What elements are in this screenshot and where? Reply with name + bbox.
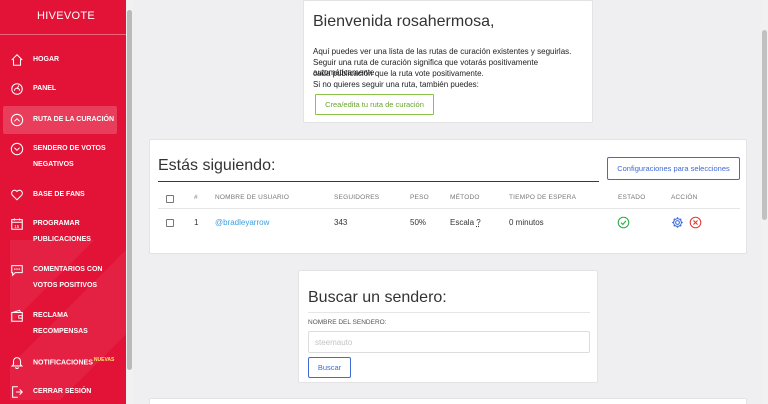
sidebar-item-upvote-comments[interactable]: COMENTARIOS CON VOTOS POSITIVOS: [0, 262, 126, 294]
sidebar-item-home[interactable]: HOGAR: [0, 52, 126, 68]
dashboard-icon: [10, 82, 24, 96]
sidebar-item-fanbase[interactable]: BASE DE FANS: [0, 187, 126, 203]
weight-value: 50%: [410, 218, 427, 227]
divider: [308, 312, 590, 313]
search-button[interactable]: Buscar: [308, 357, 351, 378]
close-circle-icon[interactable]: [689, 216, 702, 229]
sidebar-item-label: RECLAMA: [33, 312, 68, 319]
welcome-text: Si no quieres seguir una ruta, también p…: [313, 80, 479, 89]
header-divider: [158, 208, 740, 209]
sidebar-scrollbar[interactable]: [126, 0, 133, 404]
row-number: 1: [194, 218, 199, 227]
sidebar-item-downvote-trail[interactable]: SENDERO DE VOTOS NEGATIVOS: [0, 141, 126, 173]
column-header-username: NOMBRE DE USUARIO: [215, 194, 290, 201]
column-header-action: ACCIÓN: [671, 194, 698, 201]
new-badge: NUEVAS: [93, 357, 115, 364]
svg-text:15: 15: [14, 224, 19, 229]
sidebar-item-label: PANEL: [33, 85, 57, 92]
divider: [0, 34, 126, 35]
sidebar-item-label: PUBLICACIONES: [33, 236, 91, 243]
brand-logo[interactable]: HIVEVOTE: [37, 10, 95, 22]
sidebar-item-label: NOTIFICACIONESNUEVAS: [33, 352, 114, 371]
title-underline: [158, 181, 599, 182]
method-text: Escala: [450, 218, 475, 227]
row-checkbox[interactable]: [166, 219, 174, 227]
notifications-label: NOTIFICACIONES: [33, 359, 93, 367]
check-circle-icon: [617, 216, 630, 229]
method-value: Escala ?: [450, 218, 481, 227]
scrollbar-thumb[interactable]: [762, 30, 767, 220]
sidebar-item-notifications[interactable]: NOTIFICACIONESNUEVAS: [0, 354, 126, 370]
sidebar-item-label: VOTOS POSITIVOS: [33, 282, 98, 289]
bottom-card: [149, 398, 747, 404]
sidebar-item-label: PROGRAMAR: [33, 220, 80, 227]
column-header-number: #: [194, 194, 198, 201]
calendar-icon: 15: [10, 217, 24, 231]
page-scrollbar[interactable]: [761, 0, 768, 404]
logout-icon: [10, 385, 24, 399]
column-header-followers: SEGUIDORES: [334, 194, 380, 201]
following-title: Estás siguiendo:: [158, 157, 276, 174]
scrollbar-thumb[interactable]: [127, 10, 132, 370]
trail-name-label: NOMBRE DEL SENDERO:: [308, 319, 387, 326]
chevron-down-circle-icon: [10, 142, 24, 156]
comment-icon: [10, 263, 24, 277]
welcome-title: Bienvenida rosahermosa,: [313, 13, 495, 30]
sidebar-item-label: RECOMPENSAS: [33, 328, 88, 335]
sidebar-item-logout[interactable]: CERRAR SESIÓN: [0, 384, 126, 400]
method-help[interactable]: ?: [476, 218, 480, 227]
create-edit-trail-button[interactable]: Crea/edita tu ruta de curación: [315, 94, 434, 115]
wallet-icon: [10, 309, 24, 323]
select-all-checkbox[interactable]: [166, 195, 174, 203]
sidebar-item-label: SENDERO DE VOTOS: [33, 145, 106, 152]
home-icon: [10, 53, 24, 67]
username-link[interactable]: @bradleyarrow: [215, 218, 269, 227]
sidebar-item-label: BASE DE FANS: [33, 191, 85, 198]
heart-icon: [10, 188, 24, 202]
search-trail-card: Buscar un sendero: NOMBRE DEL SENDERO: B…: [298, 270, 598, 383]
column-header-method: MÉTODO: [450, 194, 480, 201]
column-header-status: ESTADO: [618, 194, 646, 201]
search-title: Buscar un sendero:: [308, 289, 447, 306]
sidebar-item-curation-trail[interactable]: RUTA DE LA CURACIÓN: [3, 106, 117, 134]
gear-icon[interactable]: [671, 216, 684, 229]
welcome-card: Bienvenida rosahermosa, Aquí puedes ver …: [303, 0, 593, 123]
trail-name-input[interactable]: [308, 331, 590, 353]
sidebar-item-label: HOGAR: [33, 56, 60, 63]
sidebar-item-schedule-posts[interactable]: 15 PROGRAMAR PUBLICACIONES: [0, 216, 126, 248]
welcome-text: cada publicación que la ruta vote positi…: [313, 69, 484, 78]
wait-time-value: 0 minutos: [509, 218, 544, 227]
welcome-text: Aquí puedes ver una lista de las rutas d…: [313, 47, 572, 56]
chevron-up-circle-icon: [10, 113, 24, 127]
column-header-wait-time: TIEMPO DE ESPERA: [509, 194, 577, 201]
sidebar: HIVEVOTE HOGAR PANEL RUTA DE LA CURACIÓN…: [0, 0, 126, 404]
sidebar-item-label: COMENTARIOS CON: [33, 266, 103, 273]
sidebar-item-label: NEGATIVOS: [33, 161, 74, 168]
bell-icon: [10, 355, 24, 369]
sidebar-item-label: CERRAR SESIÓN: [33, 388, 92, 395]
sidebar-item-label: RUTA DE LA CURACIÓN: [33, 116, 115, 123]
sidebar-item-panel[interactable]: PANEL: [0, 81, 126, 97]
column-header-weight: PESO: [410, 194, 429, 201]
sidebar-item-claim-rewards[interactable]: RECLAMA RECOMPENSAS: [0, 308, 126, 340]
following-card: Estás siguiendo: Configuraciones para se…: [149, 139, 747, 254]
selection-settings-button[interactable]: Configuraciones para selecciones: [607, 157, 740, 180]
followers-count: 343: [334, 218, 348, 227]
